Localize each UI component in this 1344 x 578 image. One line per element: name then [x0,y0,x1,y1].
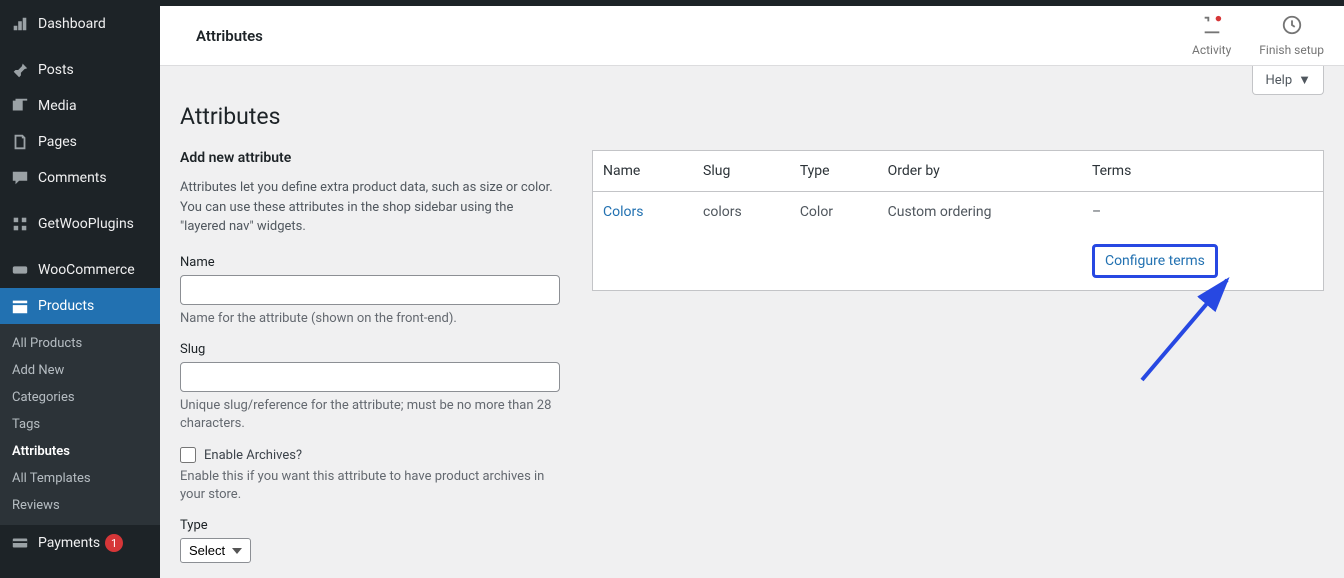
activity-label: Activity [1192,43,1231,57]
payments-icon [10,533,30,553]
products-icon [10,296,30,316]
sidebar-label: Dashboard [38,16,106,32]
caret-down-icon: ▼ [1298,72,1311,88]
products-submenu: All Products Add New Categories Tags Att… [0,324,160,525]
submenu-tags[interactable]: Tags [0,411,160,438]
sidebar-item-comments[interactable]: Comments [0,160,160,196]
sidebar-label: WooCommerce [38,262,135,278]
configure-terms-link[interactable]: Configure terms [1092,244,1218,278]
name-desc: Name for the attribute (shown on the fro… [180,310,560,328]
clock-icon [1281,14,1303,39]
field-name: Name Name for the attribute (shown on th… [180,255,560,328]
name-label: Name [180,255,560,270]
type-label: Type [180,518,560,533]
pushpin-icon [10,60,30,80]
content: Attributes Activity Finish setup Help ▼ [160,6,1344,578]
add-attribute-form: Add new attribute Attributes let you def… [180,150,560,577]
attr-name-link[interactable]: Colors [603,204,643,220]
help-tab[interactable]: Help ▼ [1252,66,1324,95]
plugin-icon [10,214,30,234]
payments-badge: 1 [105,534,123,552]
section-title: Add new attribute [180,150,560,166]
slug-desc: Unique slug/reference for the attribute;… [180,397,560,433]
field-type: Type Select [180,518,560,563]
submenu-reviews[interactable]: Reviews [0,492,160,519]
attributes-table: Name Slug Type Order by Terms Colors col… [592,150,1324,291]
col-order: Order by [878,151,1082,192]
dashboard-icon [10,14,30,34]
page-header: Attributes Activity Finish setup [160,6,1344,66]
slug-input[interactable] [180,362,560,392]
body-area: Help ▼ Attributes Add new attribute Attr… [160,66,1344,578]
woo-icon [10,260,30,280]
submenu-add-new[interactable]: Add New [0,357,160,384]
sidebar-label: GetWooPlugins [38,216,134,232]
header-actions: Activity Finish setup [1192,14,1324,57]
help-tab-wrap: Help ▼ [180,66,1344,95]
sidebar-label: Payments [38,535,100,551]
attr-slug: colors [693,192,790,233]
archives-checkbox[interactable] [180,447,196,463]
table-header-row: Name Slug Type Order by Terms [593,151,1324,192]
table-row-actions: Configure terms [593,232,1324,291]
sidebar-label: Products [38,298,94,314]
finish-setup-button[interactable]: Finish setup [1259,14,1324,57]
sidebar-label: Posts [38,62,74,78]
media-icon [10,96,30,116]
activity-button[interactable]: Activity [1192,14,1231,57]
type-select[interactable]: Select [180,538,251,563]
sidebar-item-pages[interactable]: Pages [0,124,160,160]
comment-icon [10,168,30,188]
attr-order: Custom ordering [878,192,1082,233]
attributes-table-wrap: Name Slug Type Order by Terms Colors col… [592,150,1324,291]
sidebar-item-posts[interactable]: Posts [0,52,160,88]
sidebar-item-dashboard[interactable]: Dashboard [0,6,160,42]
table-row: Colors colors Color Custom ordering – [593,192,1324,233]
layout: Dashboard Posts Media Pages Comments Get… [0,6,1344,578]
page-icon [10,132,30,152]
page-header-title: Attributes [196,27,263,45]
name-input[interactable] [180,275,560,305]
col-name: Name [593,151,694,192]
submenu-all-products[interactable]: All Products [0,330,160,357]
columns: Add new attribute Attributes let you def… [180,150,1324,577]
archives-desc: Enable this if you want this attribute t… [180,468,560,504]
attr-type: Color [790,192,878,233]
field-slug: Slug Unique slug/reference for the attri… [180,342,560,433]
activity-icon [1201,14,1223,39]
sidebar-item-media[interactable]: Media [0,88,160,124]
sidebar-item-payments[interactable]: Payments 1 [0,525,160,561]
sidebar-label: Media [38,98,77,114]
sidebar-item-getwooplugins[interactable]: GetWooPlugins [0,206,160,242]
page-title: Attributes [180,103,1324,130]
submenu-attributes[interactable]: Attributes [0,438,160,465]
field-archives: Enable Archives? Enable this if you want… [180,447,560,504]
col-terms: Terms [1082,151,1324,192]
admin-sidebar: Dashboard Posts Media Pages Comments Get… [0,6,160,578]
archives-label: Enable Archives? [204,448,302,463]
sidebar-label: Pages [38,134,77,150]
col-type: Type [790,151,878,192]
sidebar-label: Comments [38,170,107,186]
submenu-all-templates[interactable]: All Templates [0,465,160,492]
sidebar-item-products[interactable]: Products [0,288,160,324]
col-slug: Slug [693,151,790,192]
attr-terms: – [1082,192,1324,233]
form-intro: Attributes let you define extra product … [180,178,560,237]
finish-label: Finish setup [1259,43,1324,57]
sidebar-item-woocommerce[interactable]: WooCommerce [0,252,160,288]
help-label: Help [1265,73,1292,88]
submenu-categories[interactable]: Categories [0,384,160,411]
slug-label: Slug [180,342,560,357]
